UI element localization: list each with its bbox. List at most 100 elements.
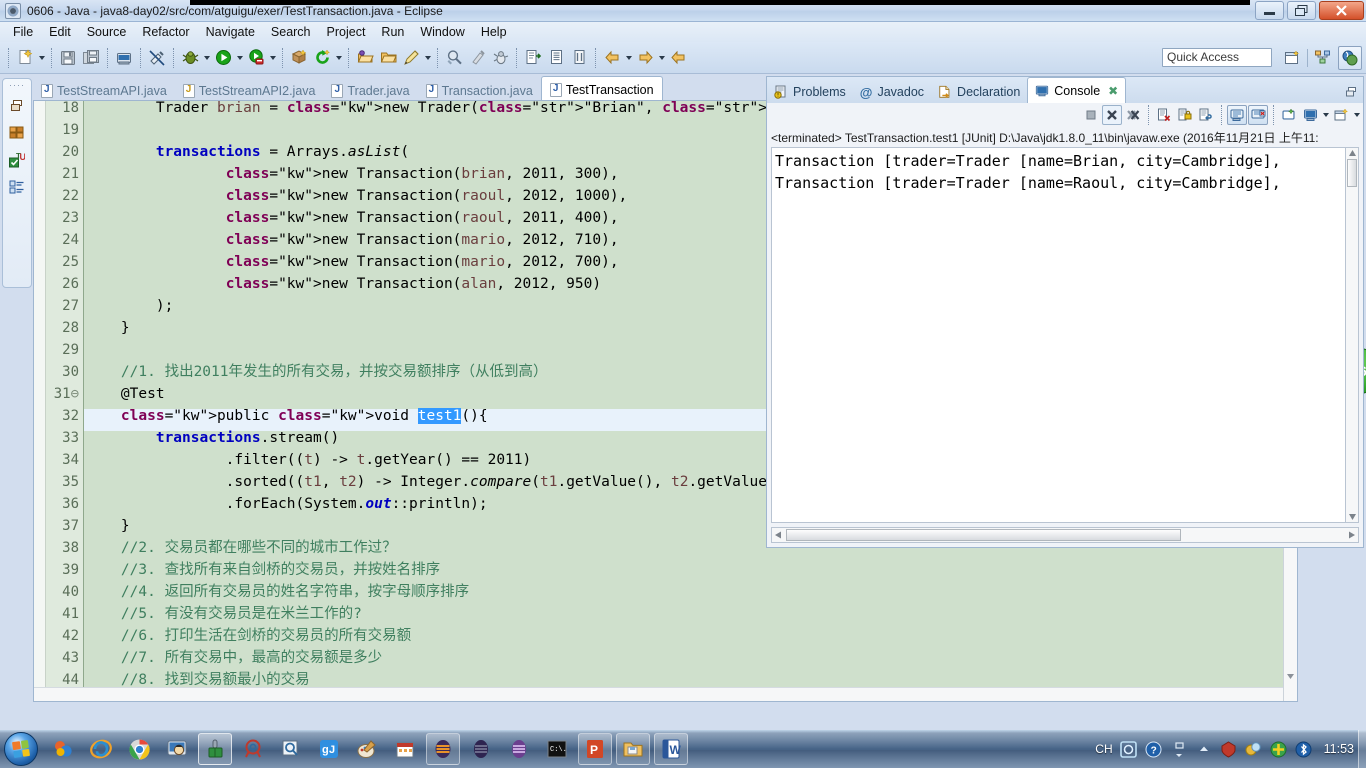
run-dropdown-icon[interactable] (235, 47, 244, 69)
menu-refactor[interactable]: Refactor (135, 23, 196, 41)
last-edit-icon[interactable] (568, 47, 590, 69)
taskbar-folder-icon[interactable] (616, 733, 650, 765)
terminate-icon[interactable] (1081, 105, 1101, 125)
bluetooth-icon[interactable] (1295, 740, 1313, 758)
view-tab-console[interactable]: Console ✖ (1027, 77, 1127, 103)
search-icon[interactable] (443, 47, 465, 69)
display-selected-console-icon[interactable] (1279, 105, 1299, 125)
menu-edit[interactable]: Edit (42, 23, 78, 41)
menu-help[interactable]: Help (474, 23, 514, 41)
network-icon[interactable] (1245, 740, 1263, 758)
quick-access-input[interactable]: Quick Access (1162, 48, 1272, 67)
restore-view-icon[interactable] (8, 97, 26, 115)
view-tab-problems[interactable]: ! Problems (767, 81, 853, 103)
close-icon[interactable]: ✖ (1108, 84, 1118, 98)
fastview-grip[interactable]: ···· (9, 81, 25, 90)
next-annotation-icon[interactable] (522, 47, 544, 69)
refresh-icon[interactable] (311, 47, 333, 69)
menu-navigate[interactable]: Navigate (199, 23, 262, 41)
edit-icon[interactable] (400, 47, 422, 69)
view-tab-declaration[interactable]: Declaration (931, 81, 1027, 103)
run-coverage-dropdown-icon[interactable] (268, 47, 277, 69)
tray-language-label[interactable]: CH (1095, 742, 1112, 756)
open-resource-icon[interactable] (377, 47, 399, 69)
editor-tab-testtransaction[interactable]: TestTransaction (540, 76, 663, 102)
pin-console-icon[interactable] (1248, 105, 1268, 125)
clear-console-icon[interactable] (1154, 105, 1174, 125)
back-icon[interactable] (601, 47, 623, 69)
menu-run[interactable]: Run (374, 23, 411, 41)
perspective-java-ee-icon[interactable] (1311, 46, 1335, 70)
remove-all-terminated-icon[interactable] (1123, 105, 1143, 125)
perspective-java-icon[interactable] (1338, 46, 1362, 70)
view-tab-javadoc[interactable]: @ Javadoc (853, 81, 931, 103)
menu-project[interactable]: Project (320, 23, 373, 41)
editor-tab-teststreamapi[interactable]: TestStreamAPI.java (33, 80, 175, 102)
taskbar-snipping-tool-icon[interactable] (236, 733, 270, 765)
save-all-icon[interactable] (80, 47, 102, 69)
taskbar-magnifier-icon[interactable] (274, 733, 308, 765)
sogou-tray-icon[interactable] (1120, 740, 1138, 758)
console-horizontal-scrollbar[interactable] (771, 527, 1359, 543)
console-dropdown-icon[interactable] (1321, 104, 1330, 126)
edit-dropdown-icon[interactable] (423, 47, 432, 69)
open-perspective-icon[interactable] (1280, 46, 1304, 70)
scroll-left-arrow-icon[interactable] (774, 531, 782, 539)
scroll-down-arrow-icon[interactable] (1286, 672, 1295, 681)
minimize-button[interactable] (1255, 1, 1284, 20)
print-icon[interactable] (113, 47, 135, 69)
console-output[interactable]: Transaction [trader=Trader [name=Brian, … (771, 147, 1345, 523)
new-wizard-dropdown-icon[interactable] (37, 47, 46, 69)
show-desktop-button[interactable] (1358, 730, 1366, 768)
forward-dropdown-icon[interactable] (657, 47, 666, 69)
windows-start-orb[interactable] (4, 732, 38, 766)
refresh-dropdown-icon[interactable] (334, 47, 343, 69)
taskbar-powerpoint-icon[interactable]: P (578, 733, 612, 765)
word-wrap-icon[interactable] (1196, 105, 1216, 125)
previous-annotation-icon[interactable] (545, 47, 567, 69)
source-code[interactable]: Trader brian = class="kw">new Trader(cla… (86, 101, 881, 691)
save-icon[interactable] (57, 47, 79, 69)
taskbar-qq-icon[interactable] (160, 733, 194, 765)
action-center-icon[interactable] (1220, 740, 1238, 758)
taskbar-clock[interactable]: 11:53 (1324, 742, 1354, 756)
help-icon[interactable]: ? (1145, 740, 1163, 758)
toggle-ant-icon[interactable] (489, 47, 511, 69)
console-vertical-scrollbar[interactable] (1345, 147, 1359, 523)
extra-nav-icon[interactable] (667, 47, 689, 69)
security-icon[interactable] (1270, 740, 1288, 758)
taskbar-eclipse-icon-3[interactable] (502, 733, 536, 765)
menu-search[interactable]: Search (264, 23, 318, 41)
new-console-view-icon[interactable] (1331, 105, 1351, 125)
open-type-icon[interactable] (354, 47, 376, 69)
expand-tray-arrow-icon[interactable] (1195, 740, 1213, 758)
scroll-right-arrow-icon[interactable] (1348, 531, 1356, 539)
forward-icon[interactable] (634, 47, 656, 69)
open-console-icon[interactable] (1300, 105, 1320, 125)
menu-file[interactable]: File (6, 23, 40, 41)
maximize-button[interactable] (1287, 1, 1316, 20)
taskbar-calendar-icon[interactable] (388, 733, 422, 765)
editor-horizontal-scrollbar[interactable] (34, 687, 1283, 701)
debug-dropdown-icon[interactable] (202, 47, 211, 69)
editor-overview-ruler[interactable] (34, 101, 46, 701)
taskbar-youdao-icon[interactable]: gJ (312, 733, 346, 765)
remove-launch-icon[interactable] (1102, 105, 1122, 125)
line-number-gutter[interactable]: 18 19 20 21 22 23 24 25 26 27 28 29 30 31⊖ 32 33 34 35 36 3… (46, 101, 84, 701)
back-dropdown-icon[interactable] (624, 47, 633, 69)
editor-tab-transaction[interactable]: Transaction.java (418, 80, 541, 102)
outline-icon[interactable] (8, 178, 26, 196)
junit-icon[interactable]: TU (8, 151, 26, 169)
taskbar-screen-recorder-icon[interactable] (198, 733, 232, 765)
scroll-up-arrow-icon[interactable] (1348, 149, 1357, 157)
taskbar-google-chrome-icon[interactable] (122, 733, 156, 765)
menu-source[interactable]: Source (80, 23, 134, 41)
skip-breakpoints-icon[interactable] (466, 47, 488, 69)
menu-window[interactable]: Window (413, 23, 471, 41)
editor-tab-teststreamapi2[interactable]: TestStreamAPI2.java (175, 80, 324, 102)
debug-icon[interactable] (179, 47, 201, 69)
taskbar-eclipse-icon-1[interactable] (426, 733, 460, 765)
package-explorer-icon[interactable] (8, 124, 26, 142)
taskbar-cmd-icon[interactable]: C:\. (540, 733, 574, 765)
scroll-lock-icon[interactable] (1175, 105, 1195, 125)
